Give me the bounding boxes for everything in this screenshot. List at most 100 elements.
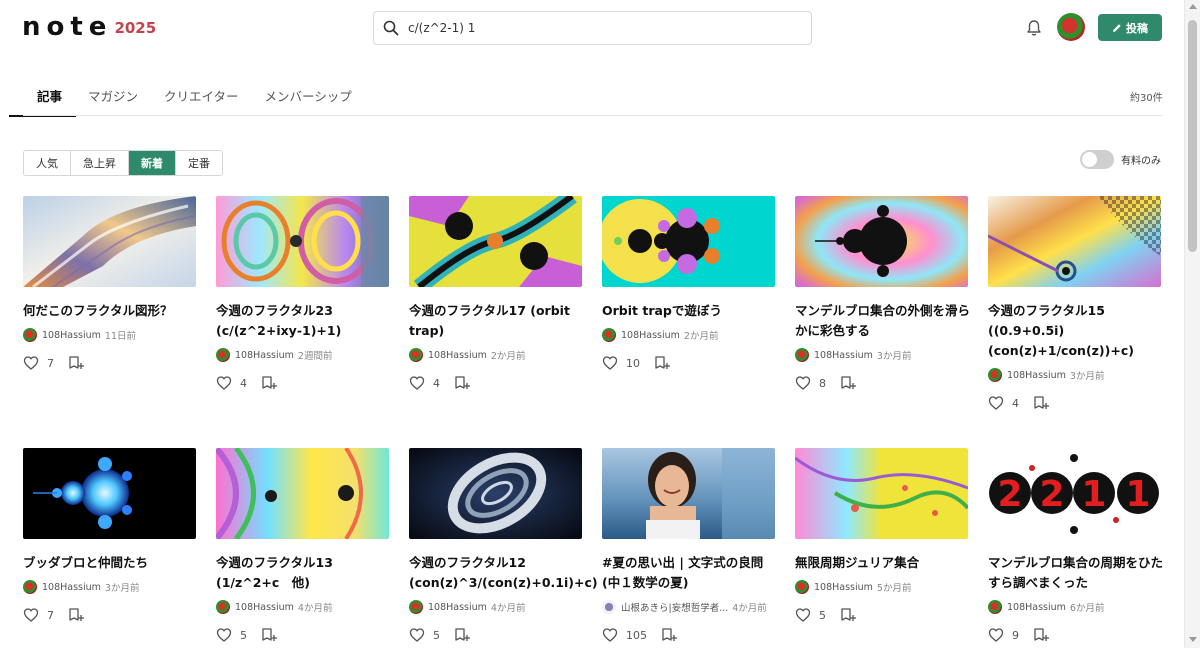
add-to-magazine-icon[interactable] bbox=[840, 607, 856, 623]
author-avatar[interactable] bbox=[409, 600, 423, 614]
author-avatar[interactable] bbox=[216, 600, 230, 614]
article-card[interactable]: ブッダブロと仲間たち 108Hassium 3か月前 7 bbox=[23, 448, 196, 623]
article-card[interactable]: 今週のフラクタル13 (1/z^2+c 他) 108Hassium 4か月前 5 bbox=[216, 448, 389, 643]
tab-articles[interactable]: 記事 bbox=[8, 78, 77, 117]
article-thumbnail[interactable] bbox=[409, 196, 582, 287]
author-name[interactable]: 108Hassium bbox=[814, 350, 873, 361]
tab-creators[interactable]: クリエイター bbox=[164, 78, 239, 117]
like-heart-icon[interactable] bbox=[988, 627, 1004, 643]
author-name[interactable]: 山根あきら|妄想哲学者... bbox=[621, 600, 728, 614]
add-to-magazine-icon[interactable] bbox=[68, 355, 84, 371]
author-name[interactable]: 108Hassium bbox=[428, 602, 487, 613]
like-heart-icon[interactable] bbox=[795, 375, 811, 391]
author-avatar[interactable] bbox=[23, 580, 37, 594]
article-card[interactable]: マンデルブロ集合の外側を滑らかに彩色する 108Hassium 3か月前 8 bbox=[795, 196, 971, 391]
author-avatar[interactable] bbox=[23, 328, 37, 342]
page-scrollbar[interactable] bbox=[1184, 0, 1200, 648]
article-thumbnail[interactable] bbox=[602, 196, 775, 287]
article-title[interactable]: マンデルブロ集合の外側を滑らかに彩色する bbox=[795, 301, 971, 341]
scroll-down-arrow-icon[interactable] bbox=[1189, 637, 1197, 642]
sort-popular-button[interactable]: 人気 bbox=[24, 151, 71, 175]
tab-memberships[interactable]: メンバーシップ bbox=[265, 78, 352, 117]
add-to-magazine-icon[interactable] bbox=[68, 607, 84, 623]
scrollbar-thumb[interactable] bbox=[1188, 20, 1197, 252]
author-name[interactable]: 108Hassium bbox=[235, 602, 294, 613]
article-card[interactable]: 2 2 1 1 マンデルブロ集合の周期をひたすら調べまくった 108Hassiu… bbox=[988, 448, 1164, 643]
author-avatar[interactable] bbox=[602, 600, 616, 614]
article-thumbnail[interactable] bbox=[216, 448, 389, 539]
author-name[interactable]: 108Hassium bbox=[1007, 370, 1066, 381]
article-thumbnail[interactable] bbox=[23, 448, 196, 539]
article-card[interactable]: 無限周期ジュリア集合 108Hassium 5か月前 5 bbox=[795, 448, 968, 623]
tab-magazines[interactable]: マガジン bbox=[88, 78, 138, 117]
add-to-magazine-icon[interactable] bbox=[654, 355, 670, 371]
sort-standard-button[interactable]: 定番 bbox=[176, 151, 222, 175]
add-to-magazine-icon[interactable] bbox=[661, 627, 677, 643]
article-title[interactable]: 今週のフラクタル13 (1/z^2+c 他) bbox=[216, 553, 392, 593]
article-title[interactable]: 無限周期ジュリア集合 bbox=[795, 553, 971, 573]
add-to-magazine-icon[interactable] bbox=[454, 375, 470, 391]
article-title[interactable]: 何だこのフラクタル図形？ bbox=[23, 301, 199, 321]
paid-only-toggle[interactable] bbox=[1080, 150, 1114, 169]
user-avatar[interactable] bbox=[1057, 13, 1085, 41]
article-thumbnail[interactable] bbox=[988, 196, 1161, 287]
article-card[interactable]: #夏の思い出 | 文字式の良問(中１数学の夏) 山根あきら|妄想哲学者... 4… bbox=[602, 448, 775, 643]
search-input[interactable] bbox=[408, 21, 798, 35]
article-title[interactable]: 今週のフラクタル15 ((0.9+0.5i)(con(z)+1/con(z))+… bbox=[988, 301, 1164, 361]
author-avatar[interactable] bbox=[409, 348, 423, 362]
add-to-magazine-icon[interactable] bbox=[1033, 395, 1049, 411]
like-heart-icon[interactable] bbox=[795, 607, 811, 623]
article-title[interactable]: Orbit trapで遊ぼう bbox=[602, 301, 778, 321]
author-avatar[interactable] bbox=[216, 348, 230, 362]
add-to-magazine-icon[interactable] bbox=[454, 627, 470, 643]
search-icon[interactable] bbox=[374, 12, 408, 44]
author-name[interactable]: 108Hassium bbox=[235, 350, 294, 361]
author-name[interactable]: 108Hassium bbox=[428, 350, 487, 361]
add-to-magazine-icon[interactable] bbox=[840, 375, 856, 391]
article-title[interactable]: マンデルブロ集合の周期をひたすら調べまくった bbox=[988, 553, 1164, 593]
author-name[interactable]: 108Hassium bbox=[814, 582, 873, 593]
like-heart-icon[interactable] bbox=[988, 395, 1004, 411]
like-heart-icon[interactable] bbox=[602, 627, 618, 643]
article-title[interactable]: 今週のフラクタル12 (con(z)^3/(con(z)+0.1i)+c) bbox=[409, 553, 598, 593]
article-title[interactable]: ブッダブロと仲間たち bbox=[23, 553, 199, 573]
author-name[interactable]: 108Hassium bbox=[42, 582, 101, 593]
article-card[interactable]: 今週のフラクタル23 (c/(z^2+ixy-1)+1) 108Hassium … bbox=[216, 196, 389, 391]
search-box[interactable] bbox=[373, 11, 812, 45]
like-heart-icon[interactable] bbox=[409, 627, 425, 643]
article-thumbnail[interactable] bbox=[795, 448, 968, 539]
article-card[interactable]: 今週のフラクタル15 ((0.9+0.5i)(con(z)+1/con(z))+… bbox=[988, 196, 1161, 411]
author-avatar[interactable] bbox=[795, 580, 809, 594]
article-thumbnail[interactable] bbox=[23, 196, 196, 287]
article-card[interactable]: 今週のフラクタル12 (con(z)^3/(con(z)+0.1i)+c) 10… bbox=[409, 448, 598, 643]
like-heart-icon[interactable] bbox=[409, 375, 425, 391]
author-name[interactable]: 108Hassium bbox=[621, 330, 680, 341]
paid-only-filter[interactable]: 有料のみ bbox=[1080, 150, 1161, 169]
author-avatar[interactable] bbox=[602, 328, 616, 342]
article-card[interactable]: 何だこのフラクタル図形？ 108Hassium 11日前 7 bbox=[23, 196, 196, 371]
like-heart-icon[interactable] bbox=[23, 607, 39, 623]
article-card[interactable]: 今週のフラクタル17 (orbit trap) 108Hassium 2か月前 … bbox=[409, 196, 582, 391]
notification-bell-icon[interactable] bbox=[1024, 18, 1044, 38]
author-avatar[interactable] bbox=[795, 348, 809, 362]
author-name[interactable]: 108Hassium bbox=[42, 330, 101, 341]
article-card[interactable]: Orbit trapで遊ぼう 108Hassium 2か月前 10 bbox=[602, 196, 775, 371]
like-heart-icon[interactable] bbox=[23, 355, 39, 371]
article-thumbnail[interactable]: 2 2 1 1 bbox=[988, 448, 1161, 539]
article-thumbnail[interactable] bbox=[409, 448, 582, 539]
add-to-magazine-icon[interactable] bbox=[261, 627, 277, 643]
post-button[interactable]: 投稿 bbox=[1098, 14, 1162, 41]
author-name[interactable]: 108Hassium bbox=[1007, 602, 1066, 613]
add-to-magazine-icon[interactable] bbox=[1033, 627, 1049, 643]
like-heart-icon[interactable] bbox=[216, 375, 232, 391]
author-avatar[interactable] bbox=[988, 600, 1002, 614]
article-title[interactable]: 今週のフラクタル17 (orbit trap) bbox=[409, 301, 585, 341]
article-thumbnail[interactable] bbox=[795, 196, 968, 287]
article-title[interactable]: 今週のフラクタル23 (c/(z^2+ixy-1)+1) bbox=[216, 301, 392, 341]
note-logo[interactable]: note 2025 bbox=[22, 14, 156, 40]
like-heart-icon[interactable] bbox=[216, 627, 232, 643]
article-thumbnail[interactable] bbox=[216, 196, 389, 287]
article-title[interactable]: #夏の思い出 | 文字式の良問(中１数学の夏) bbox=[602, 553, 778, 593]
sort-trending-button[interactable]: 急上昇 bbox=[71, 151, 129, 175]
like-heart-icon[interactable] bbox=[602, 355, 618, 371]
